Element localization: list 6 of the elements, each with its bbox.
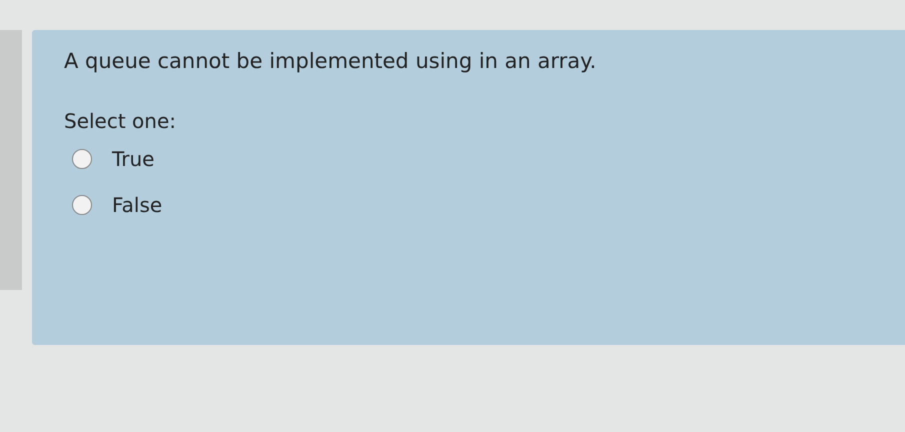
select-prompt: Select one:: [64, 108, 176, 134]
question-text: A queue cannot be implemented using in an array.: [64, 48, 596, 75]
answer-option[interactable]: False: [72, 190, 905, 220]
answer-option[interactable]: True: [72, 144, 905, 174]
radio-button[interactable]: [72, 194, 92, 214]
radio-button[interactable]: [72, 148, 92, 168]
